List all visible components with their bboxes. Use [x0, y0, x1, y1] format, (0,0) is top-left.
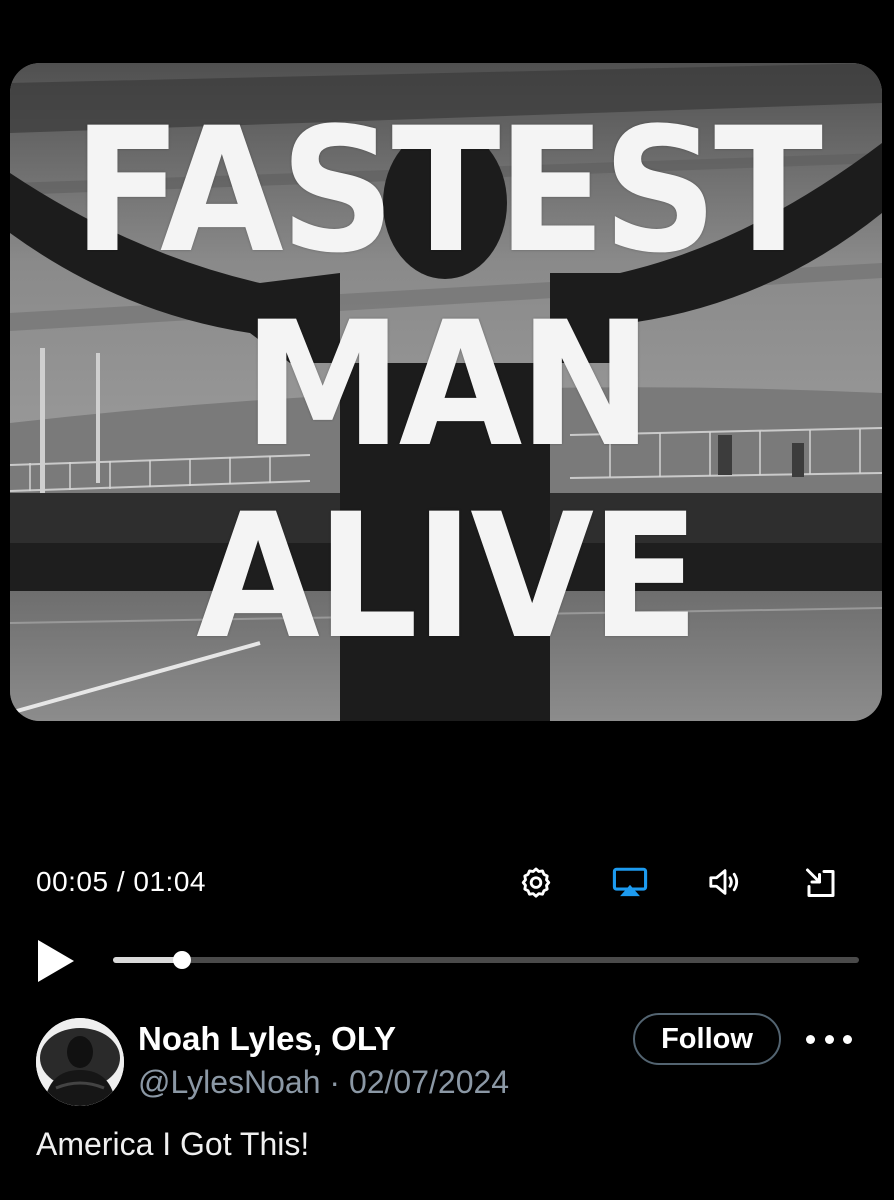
follow-button[interactable]: Follow — [633, 1013, 781, 1065]
more-options-button[interactable] — [806, 1024, 852, 1054]
airplay-icon — [612, 867, 648, 897]
airplay-button[interactable] — [610, 862, 650, 902]
video-progress-bar[interactable] — [113, 951, 859, 969]
play-icon — [38, 940, 74, 982]
headline-line-1: FASTEST — [72, 90, 823, 291]
more-horizontal-icon-dot — [843, 1034, 852, 1044]
avatar[interactable] — [36, 1018, 124, 1106]
gear-icon — [521, 867, 551, 898]
exit-fullscreen-button[interactable] — [801, 862, 841, 902]
progress-fill — [113, 957, 183, 963]
meta-separator: · — [329, 1064, 341, 1100]
video-player[interactable]: FASTEST MAN ALIVE — [10, 63, 882, 721]
post-text: America I Got This! — [36, 1126, 310, 1162]
more-horizontal-icon-dot — [824, 1034, 834, 1044]
video-overlay-headline: FASTEST MAN ALIVE — [10, 63, 882, 721]
author-meta: @LylesNoah · 02/07/2024 — [138, 1064, 509, 1101]
settings-button[interactable] — [516, 862, 556, 902]
headline-line-3: ALIVE — [196, 476, 699, 677]
headline-line-2: MAN — [243, 284, 652, 485]
avatar-image — [36, 1018, 124, 1106]
volume-button[interactable] — [705, 862, 745, 902]
author-handle[interactable]: @LylesNoah — [138, 1064, 321, 1100]
more-horizontal-icon-dot — [806, 1034, 815, 1044]
progress-scrubber[interactable] — [173, 951, 192, 969]
time-readout: 00:05 / 01:04 — [36, 866, 206, 897]
volume-icon — [709, 869, 739, 895]
author-name[interactable]: Noah Lyles, OLY — [138, 1020, 396, 1058]
exit-fullscreen-icon — [806, 868, 835, 897]
play-button[interactable] — [34, 938, 78, 984]
post-date[interactable]: 02/07/2024 — [349, 1064, 509, 1100]
